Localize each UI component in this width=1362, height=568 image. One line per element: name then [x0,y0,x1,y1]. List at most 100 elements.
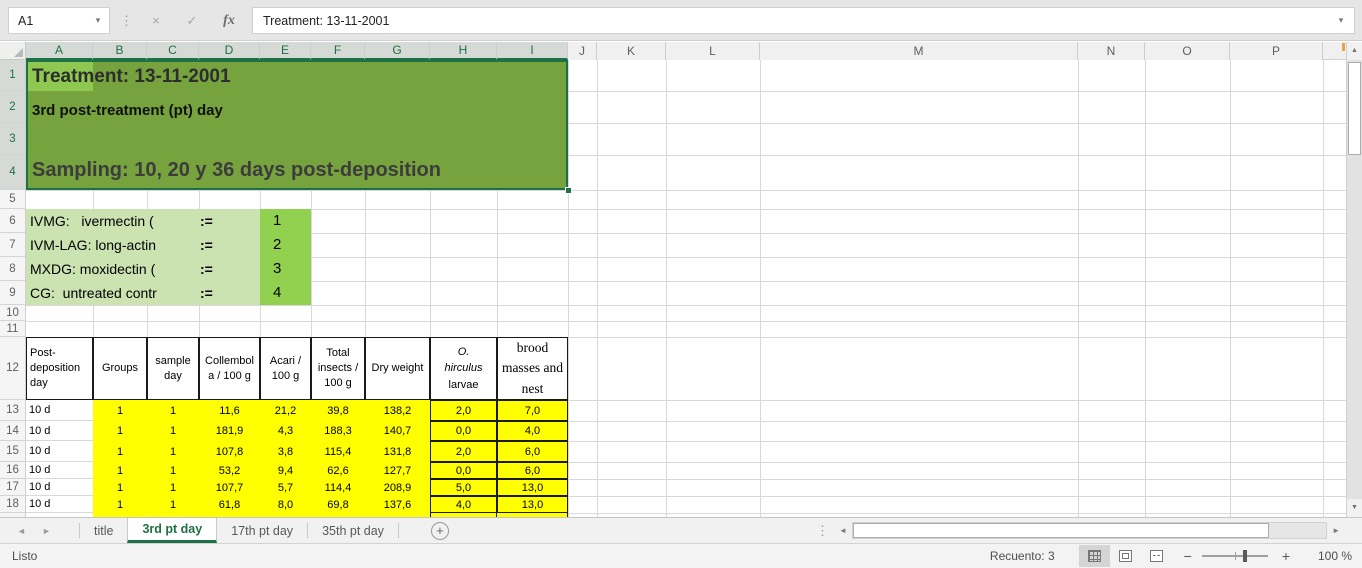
scroll-left-icon[interactable]: ◄ [834,526,852,535]
header-dry-weight[interactable]: Dry weight [365,337,430,400]
row-header-18[interactable]: 18 [0,496,26,513]
header-sample-day[interactable]: sample day [147,337,199,400]
cell[interactable]: 13,0 [497,496,568,513]
header-collembola[interactable]: Collembola / 100 g [199,337,260,400]
cell[interactable]: 107,8 [199,441,260,462]
cell[interactable]: 1 [147,496,199,513]
cell[interactable]: 140,7 [365,421,430,441]
row-header-6[interactable]: 6 [0,209,26,233]
row-header-12[interactable]: 12 [0,337,26,400]
cell[interactable]: 11,6 [199,400,260,421]
cell[interactable]: 4,0 [497,421,568,441]
tab-17th-pt-day[interactable]: 17th pt day [217,518,307,543]
column-header-C[interactable]: C [147,42,199,60]
row-header-10[interactable]: 10 [0,305,26,321]
row-header-14[interactable]: 14 [0,421,26,441]
legend-row[interactable]: IVMG: ivermectin ( := 1 [26,209,311,233]
cell[interactable]: 1 [147,421,199,441]
cell[interactable]: 1 [93,441,147,462]
tab-title[interactable]: title [80,518,127,543]
cell[interactable]: 138,2 [365,400,430,421]
legend-row[interactable]: IVM-LAG: long-actin := 2 [26,233,311,257]
row-header-13[interactable]: 13 [0,400,26,421]
cell[interactable]: 4,0 [430,496,497,513]
cell[interactable]: 2,0 [430,441,497,462]
legend-row[interactable]: MXDG: moxidectin ( := 3 [26,257,311,281]
cell[interactable]: 208,9 [365,479,430,496]
cell[interactable]: 0,0 [430,462,497,479]
merged-title-cell[interactable]: Treatment: 13-11-2001 3rd post-treatment… [26,60,568,190]
cell[interactable]: 10 d [26,400,93,421]
cell[interactable]: 69,8 [311,496,365,513]
cell[interactable]: 6,0 [497,441,568,462]
cell[interactable]: 7,0 [497,400,568,421]
cell[interactable]: 1 [93,421,147,441]
cell[interactable]: 13,0 [497,479,568,496]
cell[interactable]: 1 [147,479,199,496]
scroll-down-icon[interactable]: ▼ [1347,499,1362,517]
row-header-1[interactable]: 1 [0,60,26,91]
column-header-G[interactable]: G [365,42,430,60]
cell[interactable]: 10 d [26,479,93,496]
cell[interactable]: 1 [93,479,147,496]
cell[interactable]: 9,4 [260,462,311,479]
cell[interactable]: 6,0 [497,462,568,479]
row-header-15[interactable]: 15 [0,441,26,462]
cell[interactable]: 3,8 [260,441,311,462]
row-header-11[interactable]: 11 [0,321,26,337]
row-header-16[interactable]: 16 [0,462,26,479]
sheet-nav-prev-icon[interactable]: ◄ [9,518,34,543]
cell[interactable]: 21,2 [260,400,311,421]
column-header-L[interactable]: L [666,42,760,60]
add-sheet-button[interactable]: + [431,522,449,540]
selection-fill-handle[interactable] [565,187,572,194]
cell[interactable]: 53,2 [199,462,260,479]
cell[interactable]: 1 [93,462,147,479]
header-groups[interactable]: Groups [93,337,147,400]
horizontal-scroll-thumb[interactable] [853,523,1269,538]
column-header-H[interactable]: H [430,42,497,60]
column-header-F[interactable]: F [311,42,365,60]
zoom-slider[interactable] [1202,555,1268,557]
cell[interactable]: 114,4 [311,479,365,496]
cell[interactable]: 62,6 [311,462,365,479]
tab-3rd-pt-day[interactable]: 3rd pt day [127,518,217,543]
cell[interactable]: 10 d [26,441,93,462]
view-page-break-button[interactable] [1141,545,1172,567]
cell[interactable]: 127,7 [365,462,430,479]
cell[interactable]: 4,3 [260,421,311,441]
row-header-8[interactable]: 8 [0,257,26,281]
cell[interactable]: 107,7 [199,479,260,496]
row-header-2[interactable]: 2 [0,91,26,123]
column-header-M[interactable]: M [760,42,1078,60]
select-all-button[interactable] [0,42,26,60]
cell[interactable]: 1 [147,462,199,479]
column-header-A[interactable]: A [26,42,93,60]
cell[interactable]: 1 [93,496,147,513]
vertical-scroll-thumb[interactable] [1348,62,1361,155]
zoom-in-icon[interactable]: + [1274,548,1298,564]
column-header-J[interactable]: J [568,42,597,60]
column-header-I[interactable]: I [497,42,568,60]
header-o-hirculus-larvae[interactable]: O. hirculus larvae [430,337,497,400]
view-normal-button[interactable] [1079,545,1110,567]
row-header-3[interactable]: 3 [0,123,26,155]
zoom-level[interactable]: 100 % [1306,549,1352,563]
cell[interactable]: 188,3 [311,421,365,441]
scroll-up-icon[interactable]: ▲ [1347,42,1362,60]
cell[interactable]: 5,7 [260,479,311,496]
cell[interactable]: 10 d [26,496,93,513]
vertical-scrollbar[interactable]: ▲ ▼ [1346,42,1362,517]
cell[interactable]: 8,0 [260,496,311,513]
row-header-5[interactable]: 5 [0,190,26,209]
row-header-4[interactable]: 4 [0,155,26,190]
header-post-deposition-day[interactable]: Post-deposition day [26,337,93,400]
tab-35th-pt-day[interactable]: 35th pt day [308,518,398,543]
horizontal-scroll-track[interactable] [852,522,1327,539]
view-page-layout-button[interactable] [1110,545,1141,567]
cell[interactable]: 39,8 [311,400,365,421]
column-header-E[interactable]: E [260,42,311,60]
cell[interactable]: 131,8 [365,441,430,462]
cell[interactable]: 115,4 [311,441,365,462]
row-header-7[interactable]: 7 [0,233,26,257]
